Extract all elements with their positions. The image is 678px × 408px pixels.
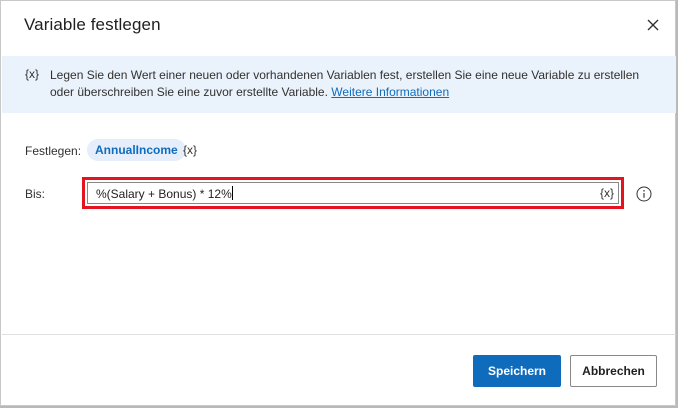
dialog-title: Variable festlegen [24,15,161,34]
info-circle-icon [636,186,652,202]
info-banner: {x} Legen Sie den Wert einer neuen oder … [2,56,676,113]
info-icon[interactable] [636,186,652,202]
set-label: Festlegen: [25,144,82,158]
variable-picker-icon[interactable]: {x} [183,143,197,157]
text-caret [231,186,233,200]
set-variable-dialog: Variable festlegen {x} Legen Sie den Wer… [0,0,676,406]
more-info-link[interactable]: Weitere Informationen [331,85,449,99]
cancel-button[interactable]: Abbrechen [570,355,657,387]
footer-divider [2,334,676,335]
variable-name-pill[interactable]: AnnualIncome [87,139,186,161]
to-label: Bis: [25,187,46,201]
value-input-text: %(Salary + Bonus) * 12% [96,186,233,201]
insert-variable-icon[interactable]: {x} [600,186,614,200]
info-text: Legen Sie den Wert einer neuen oder vorh… [50,67,660,101]
value-input[interactable]: %(Salary + Bonus) * 12% {x} [87,182,619,204]
close-icon [647,19,659,31]
close-button[interactable] [641,13,665,37]
variable-icon: {x} [25,67,40,81]
save-button[interactable]: Speichern [473,355,561,387]
